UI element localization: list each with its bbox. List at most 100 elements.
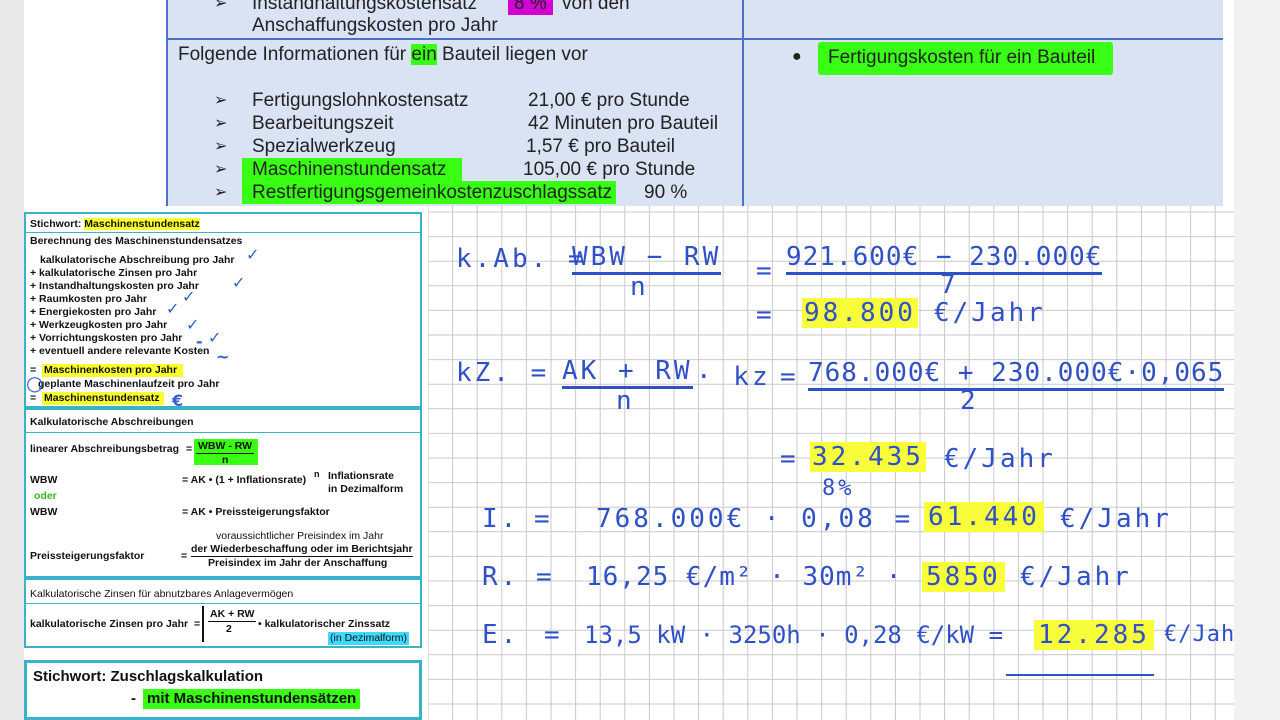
info-item-value: 21,00 € pro Stunde <box>528 90 690 111</box>
info-item-label: Fertigungslohnkostensatz <box>252 90 469 111</box>
formula-label: kalkulatorische Zinsen pro Jahr <box>30 618 189 630</box>
hw-abschreibung-den: n <box>630 272 649 302</box>
info-item-rest: von den <box>562 0 630 14</box>
arrow-bullet: ➢ <box>214 0 228 12</box>
hw-eq: = <box>780 444 799 474</box>
hw-zinsen-lhs: kZ. = <box>456 358 550 388</box>
check-mark: ✓ <box>246 245 260 264</box>
table-row-divider <box>166 38 1223 40</box>
hw-energie-expr: 13,5 kW · 3250h · 0,28 €/kW = <box>584 621 1004 649</box>
arrow-bullet: ➢ <box>214 92 228 109</box>
hw-zinsen-rhs: 768.000€ + 230.000€·0,065 <box>808 358 1225 391</box>
hw-unit: €/Jahr <box>934 298 1046 328</box>
info-item-value: 105,00 € pro Stunde <box>523 159 696 180</box>
dash-mark: ~ <box>216 347 230 366</box>
info-item-label: Restfertigungsgemeinkostenzuschlagssatz <box>242 181 617 204</box>
check-mark: ✓ <box>232 273 246 292</box>
stichwort-text: Stichwort: <box>30 218 82 230</box>
fraction-denominator: n <box>222 454 229 466</box>
intro-text: Folgende Informationen für <box>178 44 412 65</box>
cost-line: + Raumkosten pro Jahr <box>30 293 147 305</box>
info-item-label: Maschinenstundensatz <box>242 158 463 181</box>
info-item-label: Spezialwerkzeug <box>252 136 396 157</box>
cost-line: + Werkzeugkosten pro Jahr <box>30 319 168 331</box>
intro-highlight: ein <box>411 44 437 65</box>
box-abschreibungen: Kalkulatorische Abschreibungen linearer … <box>24 408 422 578</box>
fraction-numerator: WBW - RW <box>196 440 255 454</box>
circle-mark: ○ <box>26 371 44 395</box>
stichwort-label: Stichwort: Maschinenstundensatz <box>30 218 200 231</box>
exponent: n <box>314 469 320 479</box>
hw-eq: = <box>536 562 555 592</box>
hw-underline <box>1006 674 1154 676</box>
box-zinsen: Kalkulatorische Zinsen für abnutzbares A… <box>24 578 422 648</box>
psf-top: voraussichtlicher Preisindex im Jahr <box>216 530 384 542</box>
info-item-value: 42 Minuten pro Bauteil <box>528 113 719 134</box>
hw-energie-lhs: E. <box>482 620 520 650</box>
psf-bottom: Preisindex im Jahr der Anschaffung <box>208 557 388 569</box>
hw-eq: = <box>534 504 553 534</box>
maschinenstundensatz-highlight: Maschinenstundensatz <box>42 392 164 405</box>
hw-zinsen-result: 32.435 <box>810 442 926 472</box>
wbw-label: WBW <box>30 474 58 486</box>
hw-zinsen-num: AK + RW <box>562 356 693 389</box>
cost-line: + Energiekosten pro Jahr <box>30 306 157 318</box>
arrow-bullet: ➢ <box>214 161 228 178</box>
hw-eq: = <box>544 620 563 650</box>
maschinenkosten-highlight: Maschinenkosten pro Jahr <box>42 364 184 377</box>
hw-zinsen-rhs-den: 2 <box>960 386 979 416</box>
intro-text-end: Bauteil liegen vor <box>436 44 588 65</box>
hw-abschreibung-lhs: k.Ab. = <box>456 244 587 274</box>
divisor-line: geplante Maschinenlaufzeit pro Jahr <box>38 378 220 390</box>
hw-eq: = <box>756 256 775 286</box>
hw-unit: €/Jahr <box>1164 622 1234 647</box>
cost-line: + eventuell andere relevante Kosten <box>30 345 210 357</box>
hw-energie-result: 12.285 <box>1034 620 1154 650</box>
hw-unit: €/Jahr <box>944 444 1056 474</box>
bullet-dot: ● <box>792 48 802 65</box>
hw-zinsen-dot: · kz <box>696 362 771 392</box>
box-zuschlagskalkulation: Stichwort: Zuschlagskalkulation - mit Ma… <box>24 660 422 720</box>
info-item-value: 90 % <box>644 182 688 203</box>
task-table: ➢ Instandhaltungskostensatz 8 % von den … <box>166 0 1223 206</box>
psf-top: der Wiederbeschaffung oder im Berichtsja… <box>191 543 413 557</box>
hw-unit: €/Jahr <box>1060 504 1172 534</box>
wbw-formula: = AK • (1 + Inflationsrate) <box>182 474 307 486</box>
arrow-bullet: ➢ <box>214 115 228 132</box>
hw-abschreibung-num: WBW − RW <box>572 242 722 275</box>
hw-instandhaltung-lhs: I. <box>482 504 520 534</box>
hw-instandhaltung-expr: 768.000€ · 0,08 = <box>596 504 914 534</box>
e-mark: € <box>172 391 184 410</box>
hw-raum-result: 5850 <box>922 562 1005 592</box>
fraction-denominator: 2 <box>226 623 232 635</box>
info-item-line2: Anschaffungskosten pro Jahr <box>252 15 498 36</box>
inflation-note: in Dezimalform <box>328 483 404 495</box>
formula-label: linearer Abschreibungsbetrag <box>30 443 179 455</box>
check-mark: ✓ <box>186 315 200 334</box>
psf-label: Preissteigerungsfaktor <box>30 550 145 562</box>
hw-eq: = <box>756 300 775 330</box>
section-prefix: - <box>131 690 136 707</box>
check-mark: ✓ <box>182 287 196 306</box>
fraction-numerator: AK + RW <box>208 608 257 622</box>
check-mark: ✓ <box>166 299 180 318</box>
task-bullet: Fertigungskosten für ein Bauteil <box>818 42 1114 75</box>
decimal-note: (in Dezimalform) <box>328 632 410 645</box>
check-mark: ✓ <box>208 328 222 347</box>
section-highlight: mit Maschinenstundensätzen <box>143 689 361 709</box>
box-maschinenstundensatz: Stichwort: Maschinenstundensatz Berechnu… <box>24 212 422 410</box>
dash-mark: - <box>196 332 203 351</box>
cost-line: + Instandhaltungskosten pro Jahr <box>30 280 199 292</box>
info-item-value: 8 % <box>508 0 553 15</box>
eq-sign: = <box>186 443 193 455</box>
hw-percent: 8% <box>822 476 855 501</box>
hw-eq: = <box>780 362 799 392</box>
divider <box>26 232 420 233</box>
eq-sign: = <box>181 550 188 562</box>
info-item-value: 1,57 € pro Bauteil <box>526 136 675 157</box>
divider <box>26 603 420 604</box>
wbw-formula: = AK • Preissteigerungsfaktor <box>182 506 330 518</box>
box-heading: Kalkulatorische Abschreibungen <box>30 416 194 428</box>
hw-instandhaltung-result: 61.440 <box>924 502 1044 532</box>
box-heading: Berechnung des Maschinenstundensatzes <box>30 235 243 247</box>
